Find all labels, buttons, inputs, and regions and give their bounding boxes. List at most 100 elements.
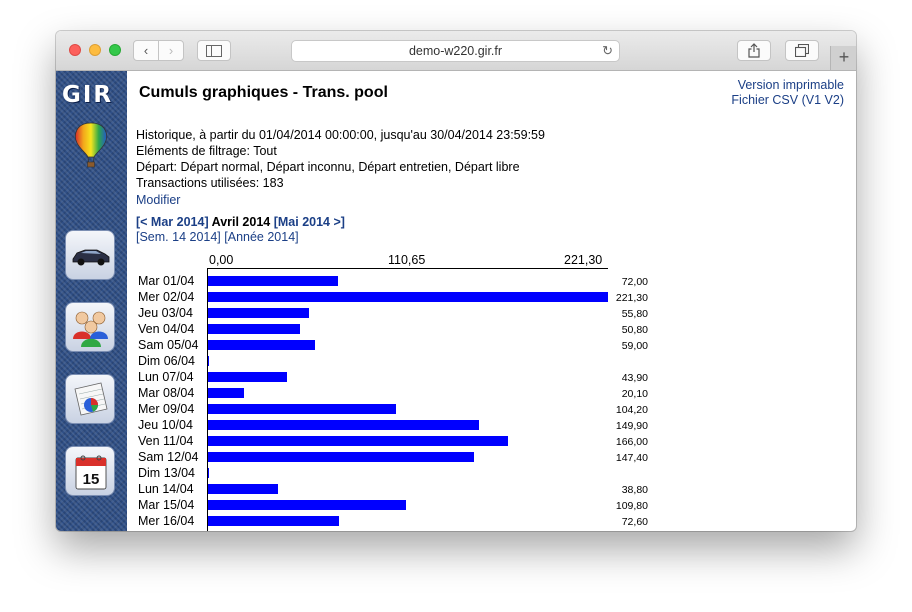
- maximize-window-button[interactable]: [109, 44, 121, 56]
- period-navigation: [Sem. 14 2014] [Année 2014]: [136, 230, 299, 244]
- category-label: Jeu 10/04: [138, 418, 193, 432]
- side-navigation: GIR 15: [56, 71, 127, 531]
- axis-tick-label: 221,30: [564, 253, 603, 267]
- chart-bar: [208, 404, 396, 414]
- csv-close: ): [839, 93, 844, 107]
- chart-bar: [208, 372, 287, 382]
- close-window-button[interactable]: [69, 44, 81, 56]
- back-button[interactable]: ‹: [133, 40, 159, 61]
- vehicles-menu-button[interactable]: [65, 230, 115, 280]
- csv-v2-link[interactable]: V2: [825, 93, 840, 107]
- page-title: Cumuls graphiques - Trans. pool: [139, 84, 388, 101]
- sidebar-icon: [206, 45, 222, 57]
- value-label: 109,80: [615, 500, 648, 512]
- hot-air-balloon-icon: [74, 122, 108, 168]
- departure-types: Départ: Départ normal, Départ inconnu, D…: [136, 160, 520, 174]
- daily-totals-chart: 0,00 110,65 221,30 Mar 01/04 72,00 Mer 02/04 2…: [136, 251, 696, 531]
- chart-bar: [208, 516, 339, 526]
- chart-bar: [208, 308, 309, 318]
- value-label: 72,00: [621, 276, 648, 288]
- category-label: Lun 07/04: [138, 370, 194, 384]
- category-label: Mar 15/04: [138, 498, 195, 512]
- value-label: 147,40: [615, 452, 648, 464]
- transactions-used: Transactions utilisées: 183: [136, 176, 284, 190]
- new-tab-button[interactable]: +: [830, 46, 856, 70]
- category-label: Mer 02/04: [138, 290, 195, 304]
- calendar-icon: 15: [75, 455, 107, 490]
- chevron-right-icon: ›: [168, 43, 174, 58]
- chart-bar: [208, 356, 209, 366]
- value-label: 166,00: [615, 436, 648, 448]
- address-bar[interactable]: demo-w220.gir.fr ↻: [291, 40, 620, 62]
- modify-link[interactable]: Modifier: [136, 193, 180, 207]
- chart-bar: [208, 452, 474, 462]
- show-tabs-button[interactable]: [785, 40, 819, 61]
- history-range: Historique, à partir du 01/04/2014 00:00…: [136, 128, 545, 142]
- axis-tick-label: 110,65: [388, 253, 426, 267]
- next-month-link[interactable]: [Mai 2014 >]: [274, 215, 345, 229]
- category-label: Mer 16/04: [138, 514, 195, 528]
- value-label: 149,90: [615, 420, 648, 432]
- chart-bar: [208, 436, 508, 446]
- category-label: Jeu 03/04: [138, 306, 193, 320]
- url-text: demo-w220.gir.fr: [408, 44, 503, 58]
- chart-bar: [208, 500, 406, 510]
- filter-elements: Eléments de filtrage: Tout: [136, 144, 277, 158]
- chevron-left-icon: ‹: [143, 43, 149, 58]
- axis-tick-label: 0,00: [209, 253, 234, 267]
- calendar-menu-button[interactable]: 15: [65, 446, 115, 496]
- minimize-window-button[interactable]: [89, 44, 101, 56]
- value-label: 43,90: [621, 372, 648, 384]
- value-label: 104,20: [615, 404, 648, 416]
- car-icon: [72, 249, 110, 266]
- chart-bar: [208, 292, 608, 302]
- value-label: 72,60: [621, 516, 648, 528]
- show-sidebar-button[interactable]: [197, 40, 231, 61]
- main-panel: Cumuls graphiques - Trans. pool Version …: [136, 71, 856, 531]
- category-label: Ven 11/04: [138, 434, 194, 448]
- category-label: Dim 13/04: [138, 466, 195, 480]
- reload-icon[interactable]: ↻: [602, 43, 613, 59]
- year-link[interactable]: [Année 2014]: [224, 230, 298, 244]
- gir-logo[interactable]: GIR: [62, 82, 122, 108]
- category-label: Sam 12/04: [138, 450, 199, 464]
- chart-bar: [208, 484, 278, 494]
- x-axis-line: [207, 268, 608, 269]
- csv-label: Fichier CSV (: [731, 93, 806, 107]
- category-label: Lun 14/04: [138, 482, 194, 496]
- value-label: 20,10: [621, 388, 648, 400]
- chart-bar: [208, 276, 338, 286]
- category-label: Ven 04/04: [138, 322, 195, 336]
- category-label: Mar 01/04: [138, 274, 195, 288]
- week-link[interactable]: [Sem. 14 2014]: [136, 230, 221, 244]
- browser-window: ‹ › demo-w220.gir.fr ↻ + GIR 15 Cumuls g…: [56, 31, 856, 531]
- current-month: Avril 2014: [211, 215, 271, 229]
- forward-button[interactable]: ›: [158, 40, 184, 61]
- browser-toolbar: ‹ › demo-w220.gir.fr ↻ +: [56, 31, 856, 71]
- users-menu-button[interactable]: [65, 302, 115, 352]
- value-label: 38,80: [621, 484, 648, 496]
- chart-bar: [208, 340, 315, 350]
- tabs-icon: [794, 43, 810, 58]
- value-label: 55,80: [621, 308, 648, 320]
- category-label: Sam 05/04: [138, 338, 199, 352]
- value-label: 59,00: [621, 340, 648, 352]
- chart-bar: [208, 468, 209, 478]
- chart-bar: [208, 324, 300, 334]
- month-navigation: [< Mar 2014] Avril 2014 [Mai 2014 >]: [136, 214, 345, 230]
- reports-menu-button[interactable]: [65, 374, 115, 424]
- category-label: Jeu 17/04: [138, 530, 193, 531]
- users-icon: [73, 311, 108, 347]
- category-label: Mar 08/04: [138, 386, 195, 400]
- category-label: Dim 06/04: [138, 354, 195, 368]
- chart-bar: [208, 388, 244, 398]
- share-button[interactable]: [737, 40, 771, 61]
- filter-info: Historique, à partir du 01/04/2014 00:00…: [136, 127, 545, 191]
- value-label: 50,80: [621, 324, 648, 336]
- export-links: Version imprimable Fichier CSV (V1 V2): [731, 78, 844, 108]
- printable-version-link[interactable]: Version imprimable: [731, 78, 844, 93]
- page-content: GIR 15 Cumuls graphiques - Trans. pool V…: [56, 71, 856, 531]
- prev-month-link[interactable]: [< Mar 2014]: [136, 215, 209, 229]
- csv-v1-link[interactable]: V1: [806, 93, 821, 107]
- category-label: Mer 09/04: [138, 402, 195, 416]
